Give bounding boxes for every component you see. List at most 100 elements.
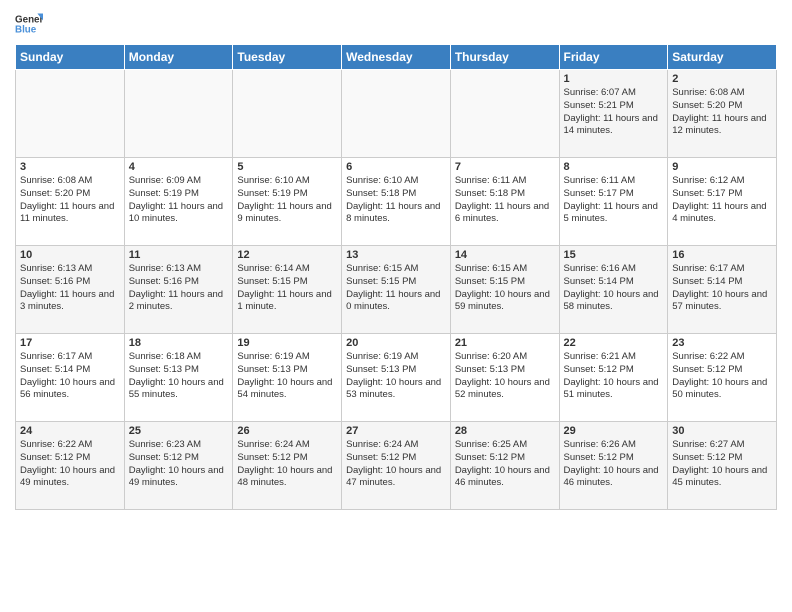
day-number: 19 bbox=[237, 337, 337, 349]
calendar-cell: 8Sunrise: 6:11 AM Sunset: 5:17 PM Daylig… bbox=[559, 158, 668, 246]
day-number: 1 bbox=[564, 73, 664, 85]
day-info: Sunrise: 6:08 AM Sunset: 5:20 PM Dayligh… bbox=[672, 87, 772, 138]
day-info: Sunrise: 6:07 AM Sunset: 5:21 PM Dayligh… bbox=[564, 87, 664, 138]
day-info: Sunrise: 6:24 AM Sunset: 5:12 PM Dayligh… bbox=[346, 439, 446, 490]
day-info: Sunrise: 6:26 AM Sunset: 5:12 PM Dayligh… bbox=[564, 439, 664, 490]
day-info: Sunrise: 6:18 AM Sunset: 5:13 PM Dayligh… bbox=[129, 351, 229, 402]
day-number: 4 bbox=[129, 161, 229, 173]
calendar-cell: 11Sunrise: 6:13 AM Sunset: 5:16 PM Dayli… bbox=[124, 246, 233, 334]
day-info: Sunrise: 6:19 AM Sunset: 5:13 PM Dayligh… bbox=[346, 351, 446, 402]
weekday-header-sunday: Sunday bbox=[16, 45, 125, 70]
day-info: Sunrise: 6:19 AM Sunset: 5:13 PM Dayligh… bbox=[237, 351, 337, 402]
calendar-cell: 7 Sunrise: 6:11 AM Sunset: 5:18 PM Daylig… bbox=[450, 158, 559, 246]
day-number: 11 bbox=[129, 249, 229, 261]
main-container: General Blue SundayMondayTuesdayWednesda… bbox=[0, 0, 792, 520]
calendar-cell: 14Sunrise: 6:15 AM Sunset: 5:15 PM Dayli… bbox=[450, 246, 559, 334]
day-info: Sunrise: 6:27 AM Sunset: 5:12 PM Dayligh… bbox=[672, 439, 772, 490]
weekday-header-monday: Monday bbox=[124, 45, 233, 70]
day-number: 6 bbox=[346, 161, 446, 173]
day-info: Sunrise: 6:16 AM Sunset: 5:14 PM Dayligh… bbox=[564, 263, 664, 314]
day-info: Sunrise: 6:14 AM Sunset: 5:15 PM Dayligh… bbox=[237, 263, 337, 314]
day-info: Sunrise: 6:22 AM Sunset: 5:12 PM Dayligh… bbox=[672, 351, 772, 402]
day-number: 17 bbox=[20, 337, 120, 349]
day-number: 23 bbox=[672, 337, 772, 349]
weekday-header-wednesday: Wednesday bbox=[342, 45, 451, 70]
week-row-0: 1 Sunrise: 6:07 AM Sunset: 5:21 PM Daylig… bbox=[16, 70, 777, 158]
day-number: 18 bbox=[129, 337, 229, 349]
calendar-cell: 2 Sunrise: 6:08 AM Sunset: 5:20 PM Daylig… bbox=[668, 70, 777, 158]
day-number: 21 bbox=[455, 337, 555, 349]
calendar-cell: 22 Sunrise: 6:21 AM Sunset: 5:12 PM Dayli… bbox=[559, 334, 668, 422]
week-row-4: 24 Sunrise: 6:22 AM Sunset: 5:12 PM Dayli… bbox=[16, 422, 777, 510]
day-number: 16 bbox=[672, 249, 772, 261]
calendar-cell: 17Sunrise: 6:17 AM Sunset: 5:14 PM Dayli… bbox=[16, 334, 125, 422]
day-info: Sunrise: 6:11 AM Sunset: 5:18 PM Dayligh… bbox=[455, 175, 555, 226]
day-info: Sunrise: 6:25 AM Sunset: 5:12 PM Dayligh… bbox=[455, 439, 555, 490]
calendar-cell: 13 Sunrise: 6:15 AM Sunset: 5:15 PM Dayli… bbox=[342, 246, 451, 334]
calendar-cell: 21Sunrise: 6:20 AM Sunset: 5:13 PM Dayli… bbox=[450, 334, 559, 422]
weekday-header-friday: Friday bbox=[559, 45, 668, 70]
calendar-cell: 4 Sunrise: 6:09 AM Sunset: 5:19 PM Daylig… bbox=[124, 158, 233, 246]
calendar-cell bbox=[16, 70, 125, 158]
day-number: 27 bbox=[346, 425, 446, 437]
day-info: Sunrise: 6:08 AM Sunset: 5:20 PM Dayligh… bbox=[20, 175, 120, 226]
day-info: Sunrise: 6:23 AM Sunset: 5:12 PM Dayligh… bbox=[129, 439, 229, 490]
day-number: 13 bbox=[346, 249, 446, 261]
calendar-cell: 27 Sunrise: 6:24 AM Sunset: 5:12 PM Dayli… bbox=[342, 422, 451, 510]
day-info: Sunrise: 6:10 AM Sunset: 5:18 PM Dayligh… bbox=[346, 175, 446, 226]
calendar-cell: 28 Sunrise: 6:25 AM Sunset: 5:12 PM Dayli… bbox=[450, 422, 559, 510]
calendar-cell bbox=[124, 70, 233, 158]
logo: General Blue bbox=[15, 10, 47, 38]
calendar-cell: 26 Sunrise: 6:24 AM Sunset: 5:12 PM Dayli… bbox=[233, 422, 342, 510]
calendar-table: SundayMondayTuesdayWednesdayThursdayFrid… bbox=[15, 44, 777, 510]
day-number: 26 bbox=[237, 425, 337, 437]
calendar-cell: 30 Sunrise: 6:27 AM Sunset: 5:12 PM Dayli… bbox=[668, 422, 777, 510]
day-number: 3 bbox=[20, 161, 120, 173]
calendar-cell: 6 Sunrise: 6:10 AM Sunset: 5:18 PM Daylig… bbox=[342, 158, 451, 246]
day-info: Sunrise: 6:11 AM Sunset: 5:17 PM Dayligh… bbox=[564, 175, 664, 226]
day-number: 15 bbox=[564, 249, 664, 261]
day-number: 29 bbox=[564, 425, 664, 437]
day-number: 9 bbox=[672, 161, 772, 173]
header: General Blue bbox=[15, 10, 777, 38]
day-info: Sunrise: 6:12 AM Sunset: 5:17 PM Dayligh… bbox=[672, 175, 772, 226]
calendar-cell: 18 Sunrise: 6:18 AM Sunset: 5:13 PM Dayli… bbox=[124, 334, 233, 422]
day-number: 5 bbox=[237, 161, 337, 173]
day-info: Sunrise: 6:22 AM Sunset: 5:12 PM Dayligh… bbox=[20, 439, 120, 490]
calendar-body: 1 Sunrise: 6:07 AM Sunset: 5:21 PM Daylig… bbox=[16, 70, 777, 510]
day-info: Sunrise: 6:10 AM Sunset: 5:19 PM Dayligh… bbox=[237, 175, 337, 226]
calendar-cell: 5 Sunrise: 6:10 AM Sunset: 5:19 PM Daylig… bbox=[233, 158, 342, 246]
calendar-cell: 20 Sunrise: 6:19 AM Sunset: 5:13 PM Dayli… bbox=[342, 334, 451, 422]
day-number: 25 bbox=[129, 425, 229, 437]
day-number: 22 bbox=[564, 337, 664, 349]
day-info: Sunrise: 6:17 AM Sunset: 5:14 PM Dayligh… bbox=[672, 263, 772, 314]
weekday-header-thursday: Thursday bbox=[450, 45, 559, 70]
calendar-cell: 19 Sunrise: 6:19 AM Sunset: 5:13 PM Dayli… bbox=[233, 334, 342, 422]
week-row-2: 10Sunrise: 6:13 AM Sunset: 5:16 PM Dayli… bbox=[16, 246, 777, 334]
day-number: 7 bbox=[455, 161, 555, 173]
day-number: 24 bbox=[20, 425, 120, 437]
calendar-cell: 1 Sunrise: 6:07 AM Sunset: 5:21 PM Daylig… bbox=[559, 70, 668, 158]
week-row-1: 3 Sunrise: 6:08 AM Sunset: 5:20 PM Daylig… bbox=[16, 158, 777, 246]
day-number: 2 bbox=[672, 73, 772, 85]
day-number: 30 bbox=[672, 425, 772, 437]
svg-text:Blue: Blue bbox=[15, 24, 37, 35]
calendar-cell: 10Sunrise: 6:13 AM Sunset: 5:16 PM Dayli… bbox=[16, 246, 125, 334]
calendar-header: SundayMondayTuesdayWednesdayThursdayFrid… bbox=[16, 45, 777, 70]
day-number: 10 bbox=[20, 249, 120, 261]
calendar-cell: 24 Sunrise: 6:22 AM Sunset: 5:12 PM Dayli… bbox=[16, 422, 125, 510]
day-info: Sunrise: 6:24 AM Sunset: 5:12 PM Dayligh… bbox=[237, 439, 337, 490]
calendar-cell: 29 Sunrise: 6:26 AM Sunset: 5:12 PM Dayli… bbox=[559, 422, 668, 510]
day-info: Sunrise: 6:09 AM Sunset: 5:19 PM Dayligh… bbox=[129, 175, 229, 226]
weekday-header-tuesday: Tuesday bbox=[233, 45, 342, 70]
day-number: 20 bbox=[346, 337, 446, 349]
weekday-header-saturday: Saturday bbox=[668, 45, 777, 70]
day-info: Sunrise: 6:15 AM Sunset: 5:15 PM Dayligh… bbox=[346, 263, 446, 314]
calendar-cell: 23 Sunrise: 6:22 AM Sunset: 5:12 PM Dayli… bbox=[668, 334, 777, 422]
calendar-cell: 16 Sunrise: 6:17 AM Sunset: 5:14 PM Dayli… bbox=[668, 246, 777, 334]
day-info: Sunrise: 6:21 AM Sunset: 5:12 PM Dayligh… bbox=[564, 351, 664, 402]
day-number: 12 bbox=[237, 249, 337, 261]
day-number: 28 bbox=[455, 425, 555, 437]
calendar-cell: 12 Sunrise: 6:14 AM Sunset: 5:15 PM Dayli… bbox=[233, 246, 342, 334]
calendar-cell bbox=[450, 70, 559, 158]
